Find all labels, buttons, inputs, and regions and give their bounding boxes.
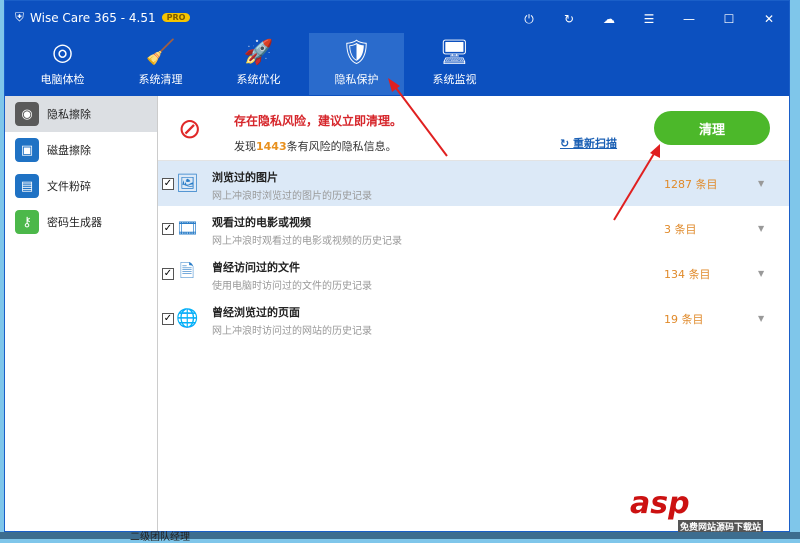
shield-icon: 🛡 <box>341 38 372 66</box>
window-title: ⛨ Wise Care 365 - 4.51 PRO <box>15 10 191 25</box>
maximize-button[interactable]: ☐ <box>709 5 749 33</box>
sidebar-item-3[interactable]: ⚷ 密码生成器 <box>5 204 157 240</box>
expand-arrow-icon[interactable]: ▼ <box>758 269 764 278</box>
row-checkbox[interactable]: ✓ <box>162 312 174 325</box>
document-icon: 🗎 <box>179 260 195 282</box>
list-item[interactable]: ✓ 🖼 浏览过的图片 网上冲浪时浏览过的图片的历史记录 1287 条目 ▼ <box>158 161 789 206</box>
tab-0[interactable]: ◎ 电脑体检 <box>15 33 110 95</box>
expand-arrow-icon[interactable]: ▼ <box>758 314 764 323</box>
cloud-icon[interactable]: ☁ <box>589 5 629 33</box>
item-count: 3 条目 <box>664 222 697 236</box>
watermark: asp 免费网站源码下载站 <box>630 486 764 533</box>
tab-4[interactable]: 🖥 系统监视 <box>407 33 502 95</box>
monitor-icon: 🖥 <box>439 38 470 66</box>
list-item[interactable]: ✓ 🌐 曾经浏览过的页面 网上冲浪时访问过的网站的历史记录 19 条目 ▼ <box>158 296 789 341</box>
top-bar: ⛨ Wise Care 365 - 4.51 PRO ⏻ ↻ ☁ ☰ — ☐ ✕ ◎ 电脑体检… <box>5 1 789 96</box>
film-icon: 🎞 <box>176 218 199 239</box>
expand-arrow-icon[interactable]: ▼ <box>758 224 764 233</box>
list-item[interactable]: ✓ 🗎 曾经访问过的文件 使用电脑时访问过的文件的历史记录 134 条目 ▼ <box>158 251 789 296</box>
refresh-icon[interactable]: ↻ <box>549 5 589 33</box>
image-icon: 🖼 <box>176 173 199 194</box>
globe-icon: 🌐 <box>176 308 199 329</box>
sidebar-item-2[interactable]: ▤ 文件粉碎 <box>5 168 157 204</box>
privacy-risk-icon: ⊘ <box>178 112 202 145</box>
radar-icon: ◎ <box>52 38 73 66</box>
minimize-button[interactable]: — <box>669 5 709 33</box>
tab-3[interactable]: 🛡 隐私保护 <box>309 33 404 95</box>
rescan-link[interactable]: ↻ 重新扫描 <box>560 135 617 151</box>
close-button[interactable]: ✕ <box>749 5 789 33</box>
scan-summary: ⊘ 存在隐私风险，建议立即清理。 发现1443条有风险的隐私信息。 ↻ 重新扫描… <box>158 96 789 161</box>
disk-icon: ▣ <box>15 138 39 162</box>
warning-text: 存在隐私风险，建议立即清理。 <box>234 114 403 128</box>
eye-slash-icon: ◉ <box>15 102 39 126</box>
expand-arrow-icon[interactable]: ▼ <box>758 179 764 188</box>
rocket-icon: 🚀 <box>243 38 274 66</box>
app-window: ⛨ Wise Care 365 - 4.51 PRO ⏻ ↻ ☁ ☰ — ☐ ✕ ◎ 电脑体检… <box>4 0 790 532</box>
shredder-icon: ▤ <box>15 174 39 198</box>
app-logo-icon: ⛨ <box>15 10 25 24</box>
power-icon[interactable]: ⏻ <box>509 5 549 33</box>
sidebar-item-0[interactable]: ◉ 隐私擦除 <box>5 96 157 132</box>
found-text: 发现1443条有风险的隐私信息。 <box>234 140 397 153</box>
clean-button[interactable]: 清理 <box>654 111 770 145</box>
item-count: 19 条目 <box>664 312 704 326</box>
taskbar: 二级团队经理 <box>0 532 800 543</box>
item-count: 1287 条目 <box>664 177 718 191</box>
row-checkbox[interactable]: ✓ <box>162 177 174 190</box>
pro-badge: PRO <box>161 13 191 22</box>
main-panel: ⊘ 存在隐私风险，建议立即清理。 发现1443条有风险的隐私信息。 ↻ 重新扫描… <box>158 96 789 531</box>
sidebar-item-1[interactable]: ▣ 磁盘擦除 <box>5 132 157 168</box>
item-count: 134 条目 <box>664 267 711 281</box>
key-icon: ⚷ <box>15 210 39 234</box>
broom-icon: 🧹 <box>145 38 176 66</box>
tab-2[interactable]: 🚀 系统优化 <box>211 33 306 95</box>
menu-icon[interactable]: ☰ <box>629 5 669 33</box>
row-checkbox[interactable]: ✓ <box>162 267 174 280</box>
sidebar: ◉ 隐私擦除 ▣ 磁盘擦除 ▤ 文件粉碎 ⚷ 密码生成器 <box>5 96 158 531</box>
tab-1[interactable]: 🧹 系统清理 <box>113 33 208 95</box>
list-item[interactable]: ✓ 🎞 观看过的电影或视频 网上冲浪时观看过的电影或视频的历史记录 3 条目 ▼ <box>158 206 789 251</box>
row-checkbox[interactable]: ✓ <box>162 222 174 235</box>
